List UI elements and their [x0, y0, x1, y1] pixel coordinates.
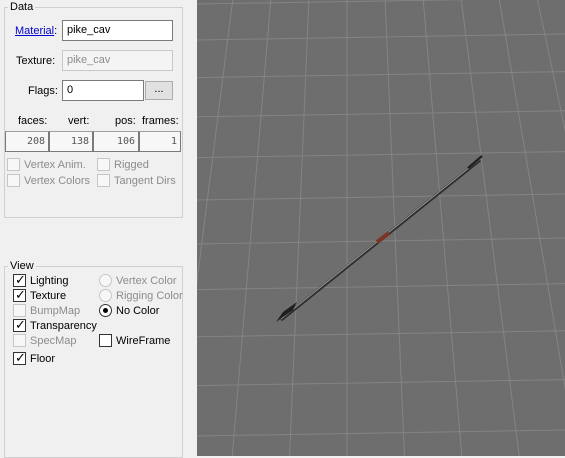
texture-checkbox[interactable]: ✓ [13, 287, 26, 302]
vertex-anim-label: Vertex Anim. [24, 159, 86, 171]
no-color-label[interactable]: No Color [116, 304, 159, 318]
texture-field: pike_cav [62, 50, 173, 71]
rigged-checkbox [97, 158, 110, 171]
specmap-label: SpecMap [30, 335, 77, 347]
grid-line [197, 237, 565, 245]
grid-line [197, 429, 565, 437]
material-field[interactable]: pike_cav [62, 20, 173, 41]
data-group-title: Data [8, 1, 36, 13]
vertex-color-radio [99, 274, 112, 287]
grid-line [460, 0, 520, 456]
check-icon: ✓ [15, 350, 26, 365]
grid-line [197, 193, 565, 201]
grid-line [422, 0, 463, 456]
tangent-dirs-checkbox [97, 174, 110, 187]
flags-browse-button[interactable]: ... [145, 81, 173, 100]
vertex-color-label: Vertex Color [116, 275, 177, 287]
transparency-label[interactable]: Transparency [30, 319, 97, 333]
grid-line [197, 0, 347, 456]
frames-label: frames: [142, 115, 179, 127]
wireframe-checkbox[interactable] [99, 334, 112, 347]
vertex-colors-label: Vertex Colors [24, 175, 91, 187]
3d-viewport[interactable] [197, 0, 565, 456]
grid-line [197, 0, 347, 456]
pos-field: 106 [93, 131, 139, 152]
material-label-wrap: Material: [15, 24, 57, 38]
grid-line [197, 0, 347, 456]
floor-grid [197, 0, 565, 456]
vertex-colors-checkbox [7, 174, 20, 187]
vert-label: vert: [68, 115, 90, 127]
texture-view-label[interactable]: Texture [30, 289, 66, 303]
grid-line [384, 0, 405, 456]
grid-line [197, 33, 565, 41]
transparency-checkbox[interactable]: ✓ [13, 317, 26, 332]
flags-field[interactable]: 0 [62, 80, 144, 101]
vertex-anim-checkbox [7, 158, 20, 171]
grid-line [197, 330, 565, 338]
material-link[interactable]: Material [15, 25, 54, 37]
vert-field: 138 [49, 131, 93, 152]
floor-checkbox[interactable]: ✓ [13, 350, 26, 365]
grid-line [231, 0, 272, 456]
bumpmap-label: BumpMap [30, 305, 81, 317]
lighting-label[interactable]: Lighting [30, 274, 69, 288]
radio-dot-icon [103, 308, 108, 313]
material-colon: : [54, 25, 58, 37]
flags-label: Flags: [28, 85, 58, 97]
grid-line [197, 283, 565, 291]
rigging-color-label: Rigging Color [116, 290, 183, 302]
faces-field: 208 [5, 131, 49, 152]
tangent-dirs-label: Tangent Dirs [114, 175, 176, 187]
grid-line [197, 0, 347, 456]
floor-label[interactable]: Floor [30, 352, 55, 366]
faces-label: faces: [18, 115, 48, 127]
check-icon: ✓ [15, 287, 26, 302]
rigged-label: Rigged [114, 159, 149, 171]
grid-line [197, 0, 347, 456]
grid-line [197, 0, 347, 456]
grid-line [197, 151, 565, 159]
grid-line [197, 0, 347, 456]
specmap-checkbox [13, 334, 26, 347]
left-panel: Data Material: pike_cav Texture: pike_ca… [0, 0, 197, 458]
grid-line [197, 0, 347, 456]
check-icon: ✓ [15, 317, 26, 332]
no-color-radio[interactable] [99, 304, 112, 317]
frames-field: 1 [139, 131, 181, 152]
grid-line [197, 0, 347, 456]
grid-line [197, 0, 347, 456]
grid-line [197, 0, 234, 286]
wireframe-label[interactable]: WireFrame [116, 334, 170, 348]
grid-line [197, 71, 565, 79]
grid-line [197, 0, 474, 5]
grid-line [197, 0, 347, 456]
rigging-color-radio [99, 289, 112, 302]
pos-label: pos: [115, 115, 136, 127]
texture-label: Texture: [16, 55, 56, 67]
grid-line [197, 110, 565, 118]
grid-line [289, 0, 310, 456]
